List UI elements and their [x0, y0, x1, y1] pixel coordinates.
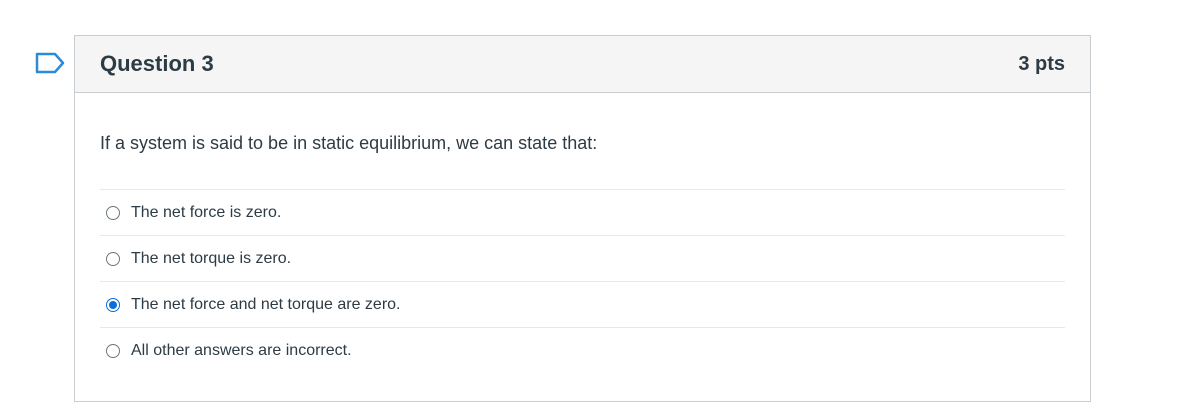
question-header: Question 3 3 pts	[75, 36, 1090, 93]
question-points: 3 pts	[1018, 52, 1065, 75]
answer-list: The net force is zero. The net torque is…	[100, 189, 1065, 374]
radio-button[interactable]	[106, 344, 120, 358]
question-title: Question 3	[100, 51, 214, 76]
answer-option-4[interactable]: All other answers are incorrect.	[100, 328, 1065, 374]
radio-button[interactable]	[106, 297, 120, 312]
question-body: If a system is said to be in static equi…	[75, 93, 1090, 374]
answer-option-2[interactable]: The net torque is zero.	[100, 236, 1065, 282]
question-card: Question 3 3 pts If a system is said to …	[74, 35, 1091, 402]
flag-question-icon[interactable]	[35, 52, 65, 74]
answer-label: The net force and net torque are zero.	[131, 295, 401, 313]
question-text: If a system is said to be in static equi…	[100, 133, 598, 153]
answer-label: The net force is zero.	[131, 203, 282, 221]
answer-option-1[interactable]: The net force is zero.	[100, 190, 1065, 236]
answer-label: The net torque is zero.	[131, 249, 292, 267]
answer-option-3[interactable]: The net force and net torque are zero.	[100, 282, 1065, 328]
radio-button[interactable]	[106, 251, 120, 266]
answer-label: All other answers are incorrect.	[131, 342, 352, 359]
radio-button[interactable]	[106, 205, 120, 220]
quiz-page: Question 3 3 pts If a system is said to …	[0, 0, 1203, 418]
